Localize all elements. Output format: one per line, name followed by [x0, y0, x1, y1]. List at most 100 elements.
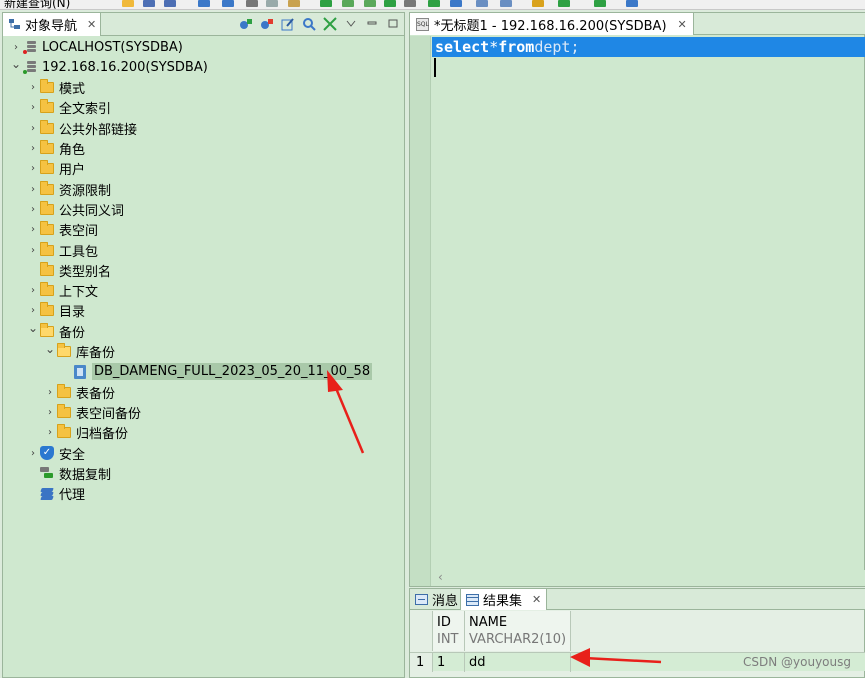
- tree-item[interactable]: ›DB_DAMENG_FULL_2023_05_20_11_00_58: [60, 362, 373, 382]
- tree-item[interactable]: ⌄ 库备份: [43, 342, 115, 362]
- tree-item[interactable]: › 归档备份: [43, 423, 128, 443]
- chevron-right-icon[interactable]: ›: [43, 427, 57, 438]
- search-icon[interactable]: [301, 16, 316, 31]
- new-query-button[interactable]: 新建查询(N): [4, 0, 70, 9]
- maximize-icon[interactable]: [385, 16, 400, 31]
- tab-result-set[interactable]: 结果集 ✕: [460, 589, 548, 610]
- chevron-right-icon[interactable]: ›: [26, 184, 40, 195]
- column-header-id[interactable]: ID INT: [433, 611, 465, 651]
- column-name: NAME: [469, 615, 508, 630]
- chevron-right-icon[interactable]: ›: [26, 305, 40, 316]
- chevron-right-icon[interactable]: ›: [26, 123, 40, 134]
- tree-item[interactable]: ⌄ 192.168.16.200(SYSDBA): [9, 57, 208, 77]
- chevron-down-icon[interactable]: ⌄: [43, 342, 57, 356]
- home-icon[interactable]: [626, 0, 638, 7]
- tree-item-label: 资源限制: [59, 183, 112, 199]
- tab-untitled-query[interactable]: SQL *无标题1 - 192.168.16.200(SYSDBA) ✕: [410, 13, 694, 35]
- connect-icon[interactable]: [238, 16, 253, 31]
- chevron-right-icon[interactable]: ›: [26, 102, 40, 113]
- tab-messages[interactable]: 消息: [410, 589, 463, 610]
- tree-item-label: 公共同义词: [59, 203, 125, 219]
- sql-file-icon: SQL: [416, 17, 429, 31]
- explain-icon[interactable]: [384, 0, 396, 7]
- run-selected-icon[interactable]: [342, 0, 354, 7]
- format-icon[interactable]: [500, 0, 512, 7]
- tree-item[interactable]: › 工具包: [26, 240, 98, 260]
- backup-file-icon: [74, 364, 86, 379]
- tree-item[interactable]: ›数据复制: [26, 463, 111, 483]
- save-all-icon[interactable]: [164, 0, 176, 7]
- close-icon[interactable]: ✕: [87, 18, 96, 31]
- open-icon[interactable]: [122, 0, 134, 7]
- tree-item[interactable]: › 目录: [26, 301, 85, 321]
- chevron-right-icon[interactable]: ›: [26, 448, 40, 459]
- expand-all-icon[interactable]: [322, 16, 337, 31]
- close-icon[interactable]: ✕: [532, 593, 541, 606]
- sql-keyword: select: [435, 38, 490, 56]
- scroll-left-icon[interactable]: ‹: [438, 570, 443, 584]
- redo-icon[interactable]: [222, 0, 234, 7]
- grid-icon: [466, 593, 479, 606]
- save-icon[interactable]: [143, 0, 155, 7]
- message-icon: [415, 594, 428, 605]
- tree-item[interactable]: › 角色: [26, 139, 85, 159]
- tree-item[interactable]: › ✓ 安全: [26, 443, 85, 463]
- folder-icon: [40, 200, 54, 215]
- chevron-right-icon[interactable]: ›: [26, 82, 40, 93]
- tree-item[interactable]: › 表空间: [26, 220, 98, 240]
- tree-item[interactable]: › LOCALHOST(SYSDBA): [9, 37, 183, 57]
- tree-item[interactable]: › 表空间备份: [43, 402, 141, 422]
- rollback-icon[interactable]: [450, 0, 462, 7]
- chevron-right-icon[interactable]: ›: [9, 42, 23, 53]
- tree-item[interactable]: ⌄ 备份: [26, 321, 85, 341]
- run-script-icon[interactable]: [364, 0, 376, 7]
- chevron-right-icon[interactable]: ›: [43, 387, 57, 398]
- column-header-name[interactable]: NAME VARCHAR2(10): [465, 611, 571, 651]
- disconnect-icon[interactable]: [259, 16, 274, 31]
- find-icon[interactable]: [476, 0, 488, 7]
- tree-item[interactable]: › 公共同义词: [26, 199, 124, 219]
- stop-icon[interactable]: [404, 0, 416, 7]
- tree-item[interactable]: ›类型别名: [26, 260, 111, 280]
- chevron-right-icon[interactable]: ›: [43, 407, 57, 418]
- debug-icon[interactable]: [532, 0, 544, 7]
- cut-icon[interactable]: [246, 0, 258, 7]
- commit-icon[interactable]: [428, 0, 440, 7]
- settings-icon[interactable]: [594, 0, 606, 7]
- chevron-right-icon[interactable]: ›: [26, 143, 40, 154]
- chevron-down-icon[interactable]: ⌄: [26, 321, 40, 335]
- tree-item[interactable]: › 模式: [26, 78, 85, 98]
- close-icon[interactable]: ✕: [678, 18, 687, 31]
- chevron-down-icon[interactable]: ⌄: [9, 57, 23, 71]
- tree-item[interactable]: › 全文索引: [26, 98, 111, 118]
- horizontal-scrollbar[interactable]: ‹: [432, 570, 865, 586]
- tree-item[interactable]: › 表备份: [43, 382, 115, 402]
- undo-icon[interactable]: [198, 0, 210, 7]
- cell-name[interactable]: dd: [465, 653, 571, 672]
- tree-item-label: 归档备份: [76, 427, 129, 443]
- chevron-right-icon[interactable]: ›: [26, 285, 40, 296]
- edit-icon[interactable]: [280, 16, 295, 31]
- tree-item[interactable]: ›代理: [26, 484, 85, 504]
- tab-object-navigator[interactable]: 对象导航 ✕: [3, 13, 101, 36]
- chevron-right-icon[interactable]: ›: [26, 245, 40, 256]
- tree-item-label: 数据复制: [59, 467, 112, 483]
- tree-item[interactable]: › 用户: [26, 159, 85, 179]
- tree-item-label: 公共外部链接: [59, 122, 138, 138]
- chevron-right-icon[interactable]: ›: [26, 163, 40, 174]
- sql-star: *: [489, 38, 499, 56]
- tree-item[interactable]: › 公共外部链接: [26, 118, 137, 138]
- tree-item[interactable]: › 资源限制: [26, 179, 111, 199]
- chevron-right-icon[interactable]: ›: [26, 204, 40, 215]
- cell-id[interactable]: 1: [433, 653, 465, 672]
- export-icon[interactable]: [558, 0, 570, 7]
- copy-icon[interactable]: [266, 0, 278, 7]
- tree-item[interactable]: › 上下文: [26, 281, 98, 301]
- chevron-right-icon[interactable]: ›: [26, 224, 40, 235]
- tree-item-label: 备份: [59, 325, 86, 341]
- run-icon[interactable]: [320, 0, 332, 7]
- paste-icon[interactable]: [288, 0, 300, 7]
- sql-code-line[interactable]: select * from dept;: [432, 37, 865, 57]
- view-menu-icon[interactable]: [343, 16, 358, 31]
- minimize-icon[interactable]: [364, 16, 379, 31]
